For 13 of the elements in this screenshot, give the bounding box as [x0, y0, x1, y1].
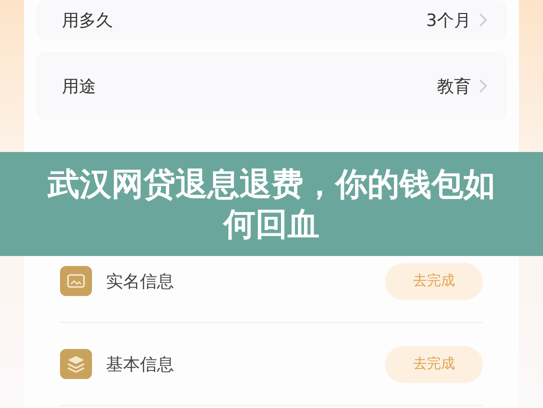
banner-title: 武汉网贷退息退费，你的钱包如何回血 — [46, 164, 496, 244]
option-row[interactable]: 用途 教育 — [36, 52, 507, 120]
option-row[interactable]: 用多久 3个月 — [36, 0, 507, 40]
option-label: 用途 — [62, 76, 97, 98]
option-label: 用多久 — [62, 10, 114, 32]
task-label: 实名信息 — [106, 270, 175, 292]
chevron-icon — [479, 13, 487, 27]
id-card-icon — [60, 266, 92, 296]
option-value: 教育 — [437, 76, 471, 98]
chevron-icon — [479, 79, 487, 93]
task-label: 基本信息 — [106, 354, 175, 376]
layers-icon — [60, 349, 92, 379]
option-value: 3个月 — [426, 10, 471, 32]
